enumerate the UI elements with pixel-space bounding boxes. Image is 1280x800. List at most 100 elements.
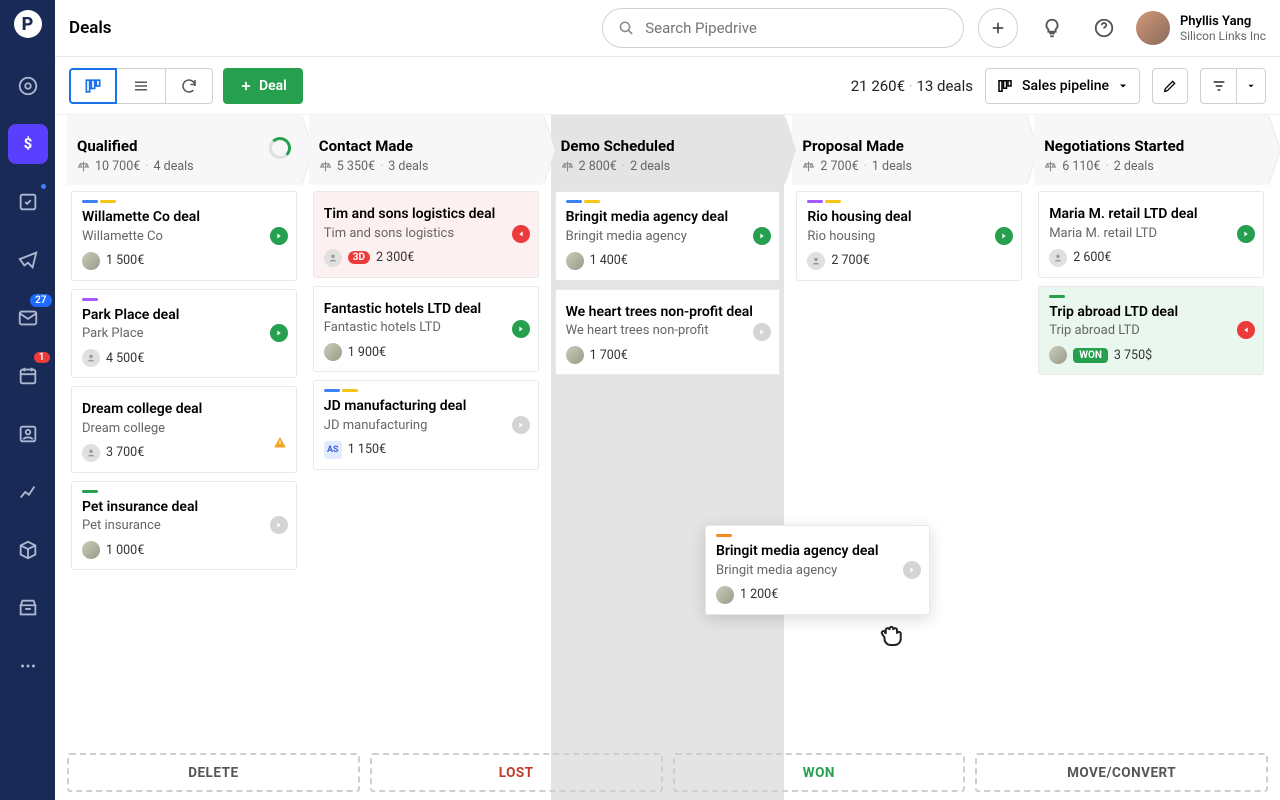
dropzone-move[interactable]: MOVE/CONVERT	[975, 753, 1268, 792]
nav-campaigns[interactable]	[8, 240, 48, 280]
dropzone-won[interactable]: WON	[673, 753, 966, 792]
search-box[interactable]	[602, 8, 964, 48]
status-indicator[interactable]	[1237, 321, 1255, 339]
status-indicator[interactable]	[753, 323, 771, 341]
pipeline-selector[interactable]: Sales pipeline	[985, 68, 1140, 104]
column-meta: 10 700€·4 deals	[77, 159, 291, 174]
nav-projects[interactable]	[8, 182, 48, 222]
mail-badge: 27	[30, 294, 51, 307]
nav-mail[interactable]: 27	[8, 298, 48, 338]
pipeline-column: Proposal Made 2 700€·1 deals Rio housing…	[788, 115, 1030, 800]
deal-title: Willamette Co deal	[82, 209, 286, 227]
deal-amount: 1 700€	[590, 348, 628, 363]
label-bars	[807, 200, 1011, 203]
deal-org: Maria M. retail LTD	[1049, 226, 1253, 241]
status-indicator[interactable]	[512, 320, 530, 338]
deal-card[interactable]: Bringit media agency deal Bringit media …	[555, 191, 781, 281]
deal-card[interactable]: We heart trees non-profit deal We heart …	[555, 289, 781, 376]
deal-title: Pet insurance deal	[82, 499, 286, 517]
label-bars	[566, 200, 770, 203]
status-indicator[interactable]	[753, 227, 771, 245]
add-button[interactable]	[978, 8, 1018, 48]
tips-button[interactable]	[1032, 8, 1072, 48]
search-input[interactable]	[645, 19, 949, 37]
column-header[interactable]: Demo Scheduled 2 800€·2 deals	[551, 115, 785, 185]
deal-amount: 1 900€	[348, 345, 386, 360]
deal-title: Fantastic hotels LTD deal	[324, 301, 528, 319]
deal-card[interactable]: Dream college deal Dream college 3 700€	[71, 386, 297, 473]
avatar	[324, 249, 342, 267]
deal-org: We heart trees non-profit	[566, 323, 770, 338]
search-icon	[617, 18, 635, 38]
deal-card[interactable]: Willamette Co deal Willamette Co 1 500€	[71, 191, 297, 281]
nav-focus[interactable]	[8, 66, 48, 106]
avatar	[566, 346, 584, 364]
column-header[interactable]: Proposal Made 2 700€·1 deals	[792, 115, 1026, 185]
help-button[interactable]	[1084, 8, 1124, 48]
column-header[interactable]: Contact Made 5 350€·3 deals	[309, 115, 543, 185]
status-indicator[interactable]	[995, 227, 1013, 245]
deal-card[interactable]: Fantastic hotels LTD deal Fantastic hote…	[313, 286, 539, 373]
column-title: Proposal Made	[802, 137, 1016, 155]
drop-zones: DELETE LOST WON MOVE/CONVERT	[55, 745, 1280, 800]
dragging-deal-card[interactable]: Bringit media agency deal Bringit media …	[705, 525, 930, 615]
pipeline-icon	[996, 77, 1014, 95]
pipeline-column: Demo Scheduled 2 800€·2 deals Bringit me…	[547, 115, 789, 800]
deal-org: Park Place	[82, 326, 286, 341]
nav-products[interactable]	[8, 530, 48, 570]
dropzone-delete[interactable]: DELETE	[67, 753, 360, 792]
deal-title: Bringit media agency deal	[566, 209, 770, 227]
deal-card[interactable]: JD manufacturing deal JD manufacturing A…	[313, 380, 539, 470]
nav-activities[interactable]: 1	[8, 356, 48, 396]
column-header[interactable]: Qualified 10 700€·4 deals	[67, 115, 301, 185]
deal-org: Dream college	[82, 421, 286, 436]
status-indicator[interactable]	[1237, 225, 1255, 243]
chevron-down-icon	[1117, 80, 1129, 92]
deal-card[interactable]: Pet insurance deal Pet insurance 1 000€	[71, 481, 297, 571]
user-menu[interactable]: Phyllis Yang Silicon Links Inc	[1136, 11, 1266, 45]
column-header[interactable]: Negotiations Started 6 110€·2 deals	[1034, 115, 1268, 185]
deal-amount: 1 500€	[106, 253, 144, 268]
pipeline-column: Qualified 10 700€·4 deals Willamette Co …	[63, 115, 305, 800]
filter-button[interactable]	[1200, 68, 1236, 104]
status-indicator[interactable]	[903, 561, 921, 579]
status-indicator[interactable]	[270, 516, 288, 534]
deal-title: Bringit media agency deal	[716, 543, 919, 561]
column-title: Negotiations Started	[1044, 137, 1258, 155]
status-indicator[interactable]	[270, 324, 288, 342]
dropzone-lost[interactable]: LOST	[370, 753, 663, 792]
view-list-button[interactable]	[117, 68, 165, 104]
nav-marketplace[interactable]	[8, 588, 48, 628]
deal-card[interactable]: Maria M. retail LTD deal Maria M. retail…	[1038, 191, 1264, 278]
deal-card[interactable]: Tim and sons logistics deal Tim and sons…	[313, 191, 539, 278]
deal-card[interactable]: Park Place deal Park Place 4 500€	[71, 289, 297, 379]
deal-amount: 1 150€	[348, 442, 386, 457]
deal-card[interactable]: Trip abroad LTD deal Trip abroad LTD WON…	[1038, 286, 1264, 376]
nav-more[interactable]	[8, 646, 48, 686]
deal-card[interactable]: Rio housing deal Rio housing 2 700€	[796, 191, 1022, 281]
status-indicator[interactable]	[270, 227, 288, 245]
edit-pipeline-button[interactable]	[1152, 68, 1188, 104]
label-bars	[1049, 295, 1253, 298]
nav-sidebar: P $ 27 1	[0, 0, 55, 800]
avatar	[82, 444, 100, 462]
topbar: Deals Phyllis Yang Silicon Links Inc	[55, 0, 1280, 57]
deal-org: Pet insurance	[82, 518, 286, 533]
filter-dropdown[interactable]	[1236, 68, 1266, 104]
status-indicator[interactable]	[512, 225, 530, 243]
add-deal-button[interactable]: Deal	[223, 68, 303, 104]
nav-deals[interactable]: $	[8, 124, 48, 164]
avatar	[566, 252, 584, 270]
view-forecast-button[interactable]	[165, 68, 213, 104]
deal-title: JD manufacturing deal	[324, 398, 528, 416]
nav-contacts[interactable]	[8, 414, 48, 454]
deal-org: Rio housing	[807, 229, 1011, 244]
nav-insights[interactable]	[8, 472, 48, 512]
pencil-icon	[1162, 78, 1178, 94]
column-title: Demo Scheduled	[561, 137, 775, 155]
deal-amount: 2 700€	[831, 253, 869, 268]
status-indicator[interactable]	[512, 416, 530, 434]
view-pipeline-button[interactable]	[69, 68, 117, 104]
deal-title: Park Place deal	[82, 307, 286, 325]
scale-icon	[1044, 160, 1057, 173]
